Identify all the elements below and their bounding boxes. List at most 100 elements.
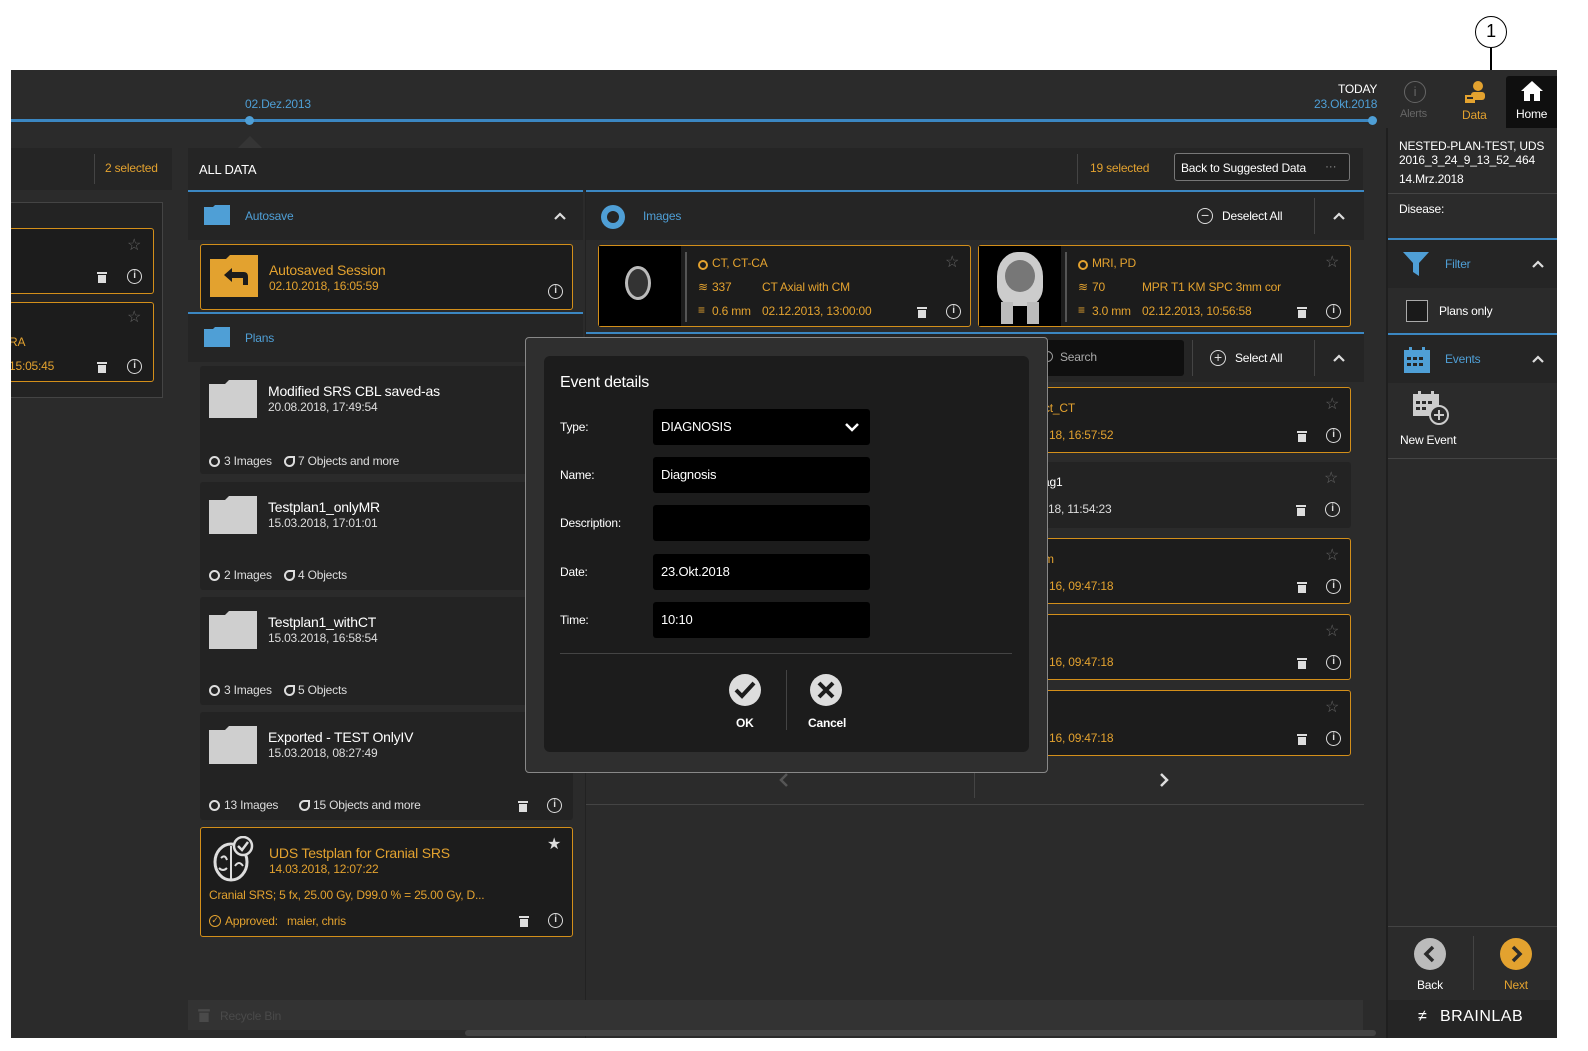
name-field[interactable]: Diagnosis — [653, 457, 870, 493]
trash-icon[interactable] — [1297, 306, 1307, 318]
trash-icon[interactable] — [519, 915, 529, 927]
star-icon[interactable]: ☆ — [1325, 252, 1339, 272]
star-icon[interactable]: ☆ — [1325, 545, 1339, 565]
select-all-label: Select All — [1235, 351, 1283, 365]
nav-data[interactable]: Data — [1446, 70, 1503, 122]
trash-icon[interactable] — [1297, 581, 1307, 593]
info-icon[interactable]: i — [1326, 579, 1341, 594]
uds-plan-card[interactable]: UDS Testplan for Cranial SRS 14.03.2018,… — [200, 827, 573, 937]
description-field[interactable] — [653, 505, 870, 541]
pagination-bottom-line — [586, 804, 1364, 805]
trash-icon[interactable] — [1297, 430, 1307, 442]
select-all-button[interactable]: + Select All — [1210, 348, 1310, 368]
header-divider — [1314, 340, 1315, 376]
time-field[interactable]: 10:10 — [653, 602, 870, 638]
star-icon[interactable]: ☆ — [945, 252, 959, 272]
cancel-button[interactable]: Cancel — [796, 674, 862, 738]
info-icon[interactable]: i — [1326, 731, 1341, 746]
next-icon — [1500, 938, 1532, 970]
trash-icon[interactable] — [97, 361, 107, 373]
star-icon[interactable]: ☆ — [1325, 394, 1339, 414]
image-icon — [209, 800, 220, 811]
trash-icon[interactable] — [1296, 504, 1306, 516]
nav-alerts[interactable]: i Alerts — [1388, 70, 1443, 122]
trash-icon[interactable] — [518, 800, 528, 812]
autosave-card[interactable]: Autosaved Session 02.10.2018, 16:05:59 i — [200, 244, 573, 310]
next-button[interactable]: Next — [1474, 928, 1557, 996]
filter-header[interactable]: Filter — [1388, 238, 1557, 288]
chevron-left-icon[interactable] — [779, 773, 789, 787]
date-field[interactable]: 23.Okt.2018 — [653, 554, 870, 590]
disease-label: Disease: — [1399, 202, 1445, 216]
info-icon[interactable]: i — [548, 284, 563, 299]
plan-card[interactable]: Exported - TEST OnlyIV 15.03.2018, 08:27… — [200, 712, 573, 820]
horizontal-scrollbar[interactable] — [465, 1030, 1376, 1036]
trash-icon[interactable] — [917, 306, 927, 318]
left-panel: 2 selected ☆ i ☆ RA 15:05:45 i — [11, 148, 172, 1038]
left-card-1[interactable]: ☆ i — [11, 228, 154, 294]
new-event-icon — [1413, 391, 1449, 425]
info-icon[interactable]: i — [127, 359, 142, 374]
autosave-header[interactable]: Autosave — [188, 190, 583, 240]
back-to-suggested-button[interactable]: Back to Suggested Data ··· — [1174, 153, 1350, 181]
thickness-icon: ≡ — [698, 303, 705, 317]
info-icon[interactable]: i — [548, 913, 563, 928]
trash-icon[interactable] — [97, 271, 107, 283]
chevron-up-icon[interactable] — [1532, 260, 1544, 268]
plan-date: 15.03.2018, 16:58:54 — [268, 631, 378, 645]
plan-images: 13 Images — [224, 798, 279, 812]
info-icon[interactable]: i — [1325, 502, 1340, 517]
star-icon[interactable]: ☆ — [127, 307, 141, 327]
plan-card[interactable]: Testplan1_onlyMR 15.03.2018, 17:01:01 2 … — [200, 482, 573, 590]
info-icon[interactable]: i — [1326, 428, 1341, 443]
images-header[interactable]: Images − Deselect All — [586, 190, 1364, 240]
today-date: 23.Okt.2018 — [1314, 97, 1378, 111]
chevron-right-icon[interactable] — [1159, 773, 1169, 787]
events-header[interactable]: Events — [1388, 333, 1557, 383]
timeline[interactable]: 02.Dez.2013 TODAY 23.Okt.2018 — [11, 70, 1386, 148]
plans-only-checkbox[interactable] — [1406, 300, 1428, 322]
deselect-all-button[interactable]: − Deselect All — [1197, 206, 1307, 226]
star-icon[interactable]: ☆ — [1324, 468, 1338, 488]
timeline-date-marker: 02.Dez.2013 — [245, 97, 311, 111]
chevron-up-icon[interactable] — [1532, 355, 1544, 363]
header-divider — [1077, 154, 1078, 184]
info-icon[interactable]: i — [946, 304, 961, 319]
plan-card[interactable]: Testplan1_withCT 15.03.2018, 16:58:54 3 … — [200, 597, 573, 705]
new-event-button[interactable]: New Event — [1388, 385, 1473, 455]
info-icon[interactable]: i — [1326, 655, 1341, 670]
alert-icon: i — [1404, 81, 1426, 103]
trash-icon[interactable] — [1297, 733, 1307, 745]
search-input[interactable]: Search — [1034, 340, 1184, 376]
chevron-up-icon[interactable] — [554, 212, 566, 220]
star-icon[interactable]: ☆ — [127, 235, 141, 255]
left-card-2[interactable]: ☆ RA 15:05:45 i — [11, 302, 154, 382]
dialog-separator — [560, 653, 1012, 654]
image-card-ct[interactable]: CT, CT-CA ≋ 337 CT Axial with CM ≡ 0.6 m… — [598, 245, 971, 327]
plan-objects: 7 Objects and more — [298, 454, 400, 468]
mri-date: 02.12.2013, 10:56:58 — [1142, 304, 1252, 318]
info-icon[interactable]: i — [1326, 304, 1341, 319]
deselect-all-label: Deselect All — [1222, 209, 1283, 223]
plans-header[interactable]: Plans — [188, 312, 583, 362]
chevron-up-icon[interactable] — [1333, 354, 1345, 362]
star-icon[interactable]: ★ — [547, 834, 561, 854]
star-icon[interactable]: ☆ — [1325, 621, 1339, 641]
back-button[interactable]: Back — [1388, 928, 1473, 996]
type-select[interactable]: DIAGNOSIS — [653, 409, 870, 445]
plan-title: Testplan1_onlyMR — [268, 499, 380, 515]
recycle-bin-bar[interactable]: Recycle Bin — [188, 1000, 1363, 1030]
trash-icon[interactable] — [1297, 657, 1307, 669]
object-icon — [299, 800, 310, 811]
plan-card[interactable]: Modified SRS CBL saved-as 20.08.2018, 17… — [200, 366, 573, 474]
timeline-handle[interactable] — [245, 116, 254, 125]
chevron-up-icon[interactable] — [1333, 212, 1345, 220]
star-icon[interactable]: ☆ — [1325, 697, 1339, 717]
stack-icon: ≋ — [698, 280, 708, 294]
dialog-title: Event details — [560, 374, 650, 391]
info-icon[interactable]: i — [547, 798, 562, 813]
nav-home[interactable]: Home — [1506, 76, 1557, 128]
image-card-mri[interactable]: MRI, PD ≋ 70 MPR T1 KM SPC 3mm cor ≡ 3.0… — [978, 245, 1351, 327]
ok-button[interactable]: OK — [716, 674, 776, 738]
info-icon[interactable]: i — [127, 269, 142, 284]
